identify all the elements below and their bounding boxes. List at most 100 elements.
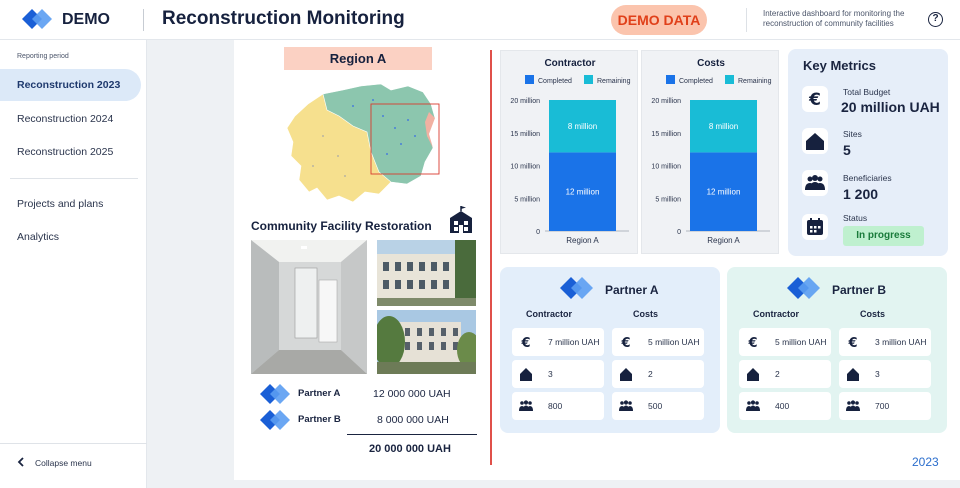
sidebar-divider xyxy=(0,443,147,444)
chart-contractor: Contractor Completed Remaining 0 5 million 10… xyxy=(500,50,638,254)
partner-logo-icon xyxy=(260,410,290,430)
facility-photo-interior xyxy=(251,240,367,374)
people-icon xyxy=(802,170,828,196)
top-bar: DEMO Reconstruction Monitoring DEMO DATA… xyxy=(0,0,960,40)
people-icon xyxy=(845,398,861,414)
help-icon[interactable]: ? xyxy=(928,12,943,27)
section-divider xyxy=(490,50,492,465)
svg-text:€: € xyxy=(747,336,757,350)
y-tick-label: 15 million xyxy=(510,131,540,138)
partner-metric-value: 5 million UAH xyxy=(775,337,827,347)
logo-icon xyxy=(22,9,52,29)
sidebar-section-label: Reporting period xyxy=(17,53,69,60)
y-tick-label: 20 million xyxy=(510,98,540,105)
funding-row: Partner A 12 000 000 UAH xyxy=(260,384,480,404)
partner-metric-cell: €5 million UAH xyxy=(612,328,704,356)
beneficiaries-value: 1 200 xyxy=(843,186,879,202)
partner-metric-cell: 500 xyxy=(612,392,704,420)
y-tick-label: 10 million xyxy=(651,164,681,171)
partner-metric-cell: €7 million UAH xyxy=(512,328,604,356)
y-tick-label: 5 million xyxy=(655,196,681,203)
status-badge: In progress xyxy=(843,226,924,246)
euro-icon: € xyxy=(618,334,634,351)
partner-metric-cell: €3 million UAH xyxy=(839,328,931,356)
partner-metric-cell: 400 xyxy=(739,392,831,420)
sidebar-item-analytics[interactable]: Analytics xyxy=(0,221,141,253)
funding-row: Partner B 8 000 000 UAH xyxy=(260,410,480,430)
legend-label: Completed xyxy=(679,78,713,85)
legend-swatch xyxy=(725,75,734,84)
partner-column-header: Contractor xyxy=(526,309,573,319)
legend-label: Remaining xyxy=(738,78,772,85)
svg-text:€: € xyxy=(520,336,530,350)
brand-name: DEMO xyxy=(62,11,110,28)
legend-swatch xyxy=(666,75,675,84)
funding-amount: 12 000 000 UAH xyxy=(373,388,451,400)
divider xyxy=(746,8,747,32)
page-title: Reconstruction Monitoring xyxy=(162,8,405,29)
legend-label: Remaining xyxy=(597,78,631,85)
chevron-left-icon xyxy=(17,457,24,467)
sidebar-item-projects[interactable]: Projects and plans xyxy=(0,188,141,220)
partner-logo-icon xyxy=(260,384,290,404)
partner-metric-value: 400 xyxy=(775,401,790,411)
sites-label: Sites xyxy=(843,129,862,139)
partner-metric-value: 5 million UAH xyxy=(648,337,700,347)
partner-metric-value: 3 xyxy=(548,369,553,379)
partner-metric-cell: 3 xyxy=(839,360,931,388)
total-divider xyxy=(347,434,477,435)
partner-metric-value: 3 xyxy=(875,369,880,379)
legend-swatch xyxy=(525,75,534,84)
collapse-menu-button[interactable]: Collapse menu xyxy=(17,457,92,468)
partner-logo-icon xyxy=(560,277,593,299)
partner-name: Partner A xyxy=(605,283,659,297)
funding-partner-name: Partner A xyxy=(298,388,341,399)
partner-metric-value: 2 xyxy=(648,369,653,379)
bar-data-label: 12 million xyxy=(707,188,741,197)
partner-metric-value: 3 million UAH xyxy=(875,337,927,347)
partner-logo-icon xyxy=(787,277,820,299)
chart-svg: Contractor Completed Remaining 0 5 million 10… xyxy=(510,58,631,245)
partner-metric-value: 700 xyxy=(875,401,890,411)
y-tick-label: 0 xyxy=(536,229,540,236)
partner-column-header: Costs xyxy=(633,309,659,319)
partner-metric-value: 800 xyxy=(548,401,563,411)
euro-icon: € xyxy=(518,334,534,351)
sidebar-item-reconstruction-2023[interactable]: Reconstruction 2023 xyxy=(0,69,141,101)
house-icon xyxy=(518,366,534,382)
sidebar-item-reconstruction-2025[interactable]: Reconstruction 2025 xyxy=(0,136,141,168)
facility-photo-building-2 xyxy=(377,310,476,374)
partner-metric-cell: 3 xyxy=(512,360,604,388)
beneficiaries-label: Beneficiaries xyxy=(843,173,892,183)
key-metrics-title: Key Metrics xyxy=(803,58,876,73)
sidebar-item-reconstruction-2024[interactable]: Reconstruction 2024 xyxy=(0,103,141,135)
euro-icon: € xyxy=(802,86,828,112)
euro-icon: € xyxy=(845,334,861,351)
partner-metric-value: 7 million UAH xyxy=(548,337,600,347)
sidebar: Reporting period Reconstruction 2023 Rec… xyxy=(0,40,147,488)
legend-label: Completed xyxy=(538,78,572,85)
y-tick-label: 5 million xyxy=(514,196,540,203)
partner-metric-cell: 700 xyxy=(839,392,931,420)
x-tick-label: Region A xyxy=(566,236,599,245)
bar-data-label: 8 million xyxy=(709,122,738,131)
house-icon xyxy=(802,128,828,154)
status-label: Status xyxy=(843,213,868,223)
y-tick-label: 15 million xyxy=(651,131,681,138)
funding-amount: 8 000 000 UAH xyxy=(377,414,449,426)
header-subtitle: Interactive dashboard for monitoring the… xyxy=(763,9,905,28)
funding-total: 20 000 000 UAH xyxy=(369,443,451,455)
partner-metric-cell: 2 xyxy=(739,360,831,388)
budget-label: Total Budget xyxy=(843,87,891,97)
partner-column-header: Costs xyxy=(860,309,886,319)
school-icon xyxy=(450,206,472,233)
chart-costs: Costs Completed Remaining 0 5 million 10 mill… xyxy=(641,50,779,254)
partner-metric-cell: €5 million UAH xyxy=(739,328,831,356)
chart-title: Contractor xyxy=(544,58,595,69)
budget-value: 20 million UAH xyxy=(841,99,940,115)
house-icon xyxy=(845,366,861,382)
calendar-icon xyxy=(802,214,828,240)
people-icon xyxy=(518,398,534,414)
svg-text:€: € xyxy=(620,336,630,350)
partner-column-header: Contractor xyxy=(753,309,800,319)
